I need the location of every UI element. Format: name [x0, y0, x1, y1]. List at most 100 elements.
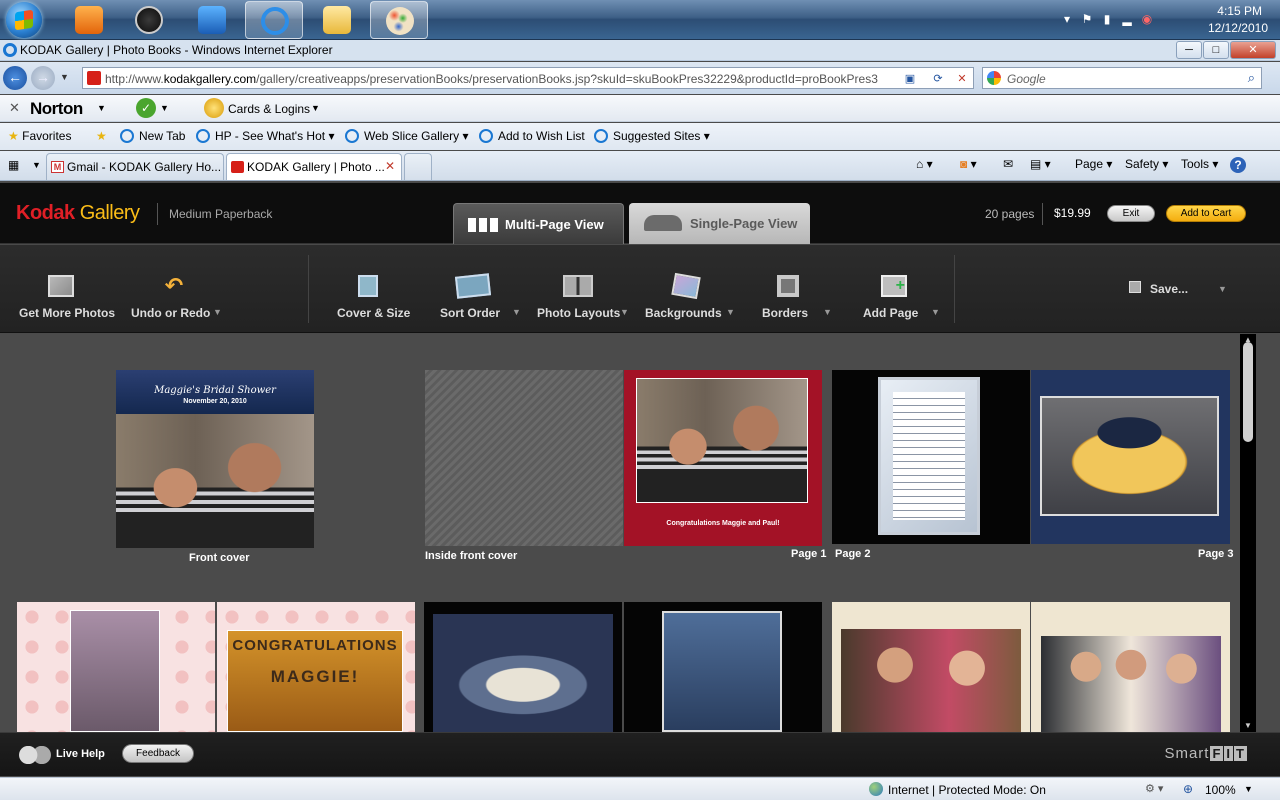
banner-photo[interactable]: CONGRATULATIONS MAGGIE!: [227, 630, 403, 732]
page-2[interactable]: [832, 370, 1030, 544]
help-button[interactable]: ?: [1230, 157, 1246, 173]
forward-button[interactable]: →: [31, 66, 55, 90]
taskbar-internet-explorer[interactable]: [245, 1, 303, 39]
page-1[interactable]: Congratulations Maggie and Paul!: [624, 370, 822, 546]
page-7[interactable]: [624, 602, 822, 732]
protected-mode-icon[interactable]: ⚙ ▾: [1145, 782, 1163, 795]
address-bar[interactable]: http://www.kodakgallery.com/gallery/crea…: [82, 67, 974, 89]
page-1-photo[interactable]: [636, 378, 808, 503]
inside-front-cover-page[interactable]: [425, 370, 623, 546]
taskbar-hp[interactable]: [120, 1, 178, 39]
security-zone-text[interactable]: Internet | Protected Mode: On: [888, 783, 1046, 797]
search-box[interactable]: Google ⌕: [982, 67, 1262, 89]
add-to-cart-button[interactable]: Add to Cart: [1166, 205, 1246, 222]
save-dropdown-icon[interactable]: ▼: [1218, 284, 1227, 294]
tab-list-dropdown-icon[interactable]: ▼: [32, 160, 41, 170]
action-center-flag-icon[interactable]: ⚑: [1080, 12, 1094, 26]
home-button[interactable]: ⌂ ▾: [916, 157, 933, 171]
taskbar-explorer[interactable]: [308, 1, 366, 39]
show-hidden-icons-icon[interactable]: ▾: [1060, 12, 1074, 26]
close-toolbar-icon[interactable]: ✕: [9, 100, 20, 116]
add-page-dropdown-icon[interactable]: ▼: [931, 307, 940, 317]
fav-add-to-wish-list[interactable]: Add to Wish List: [479, 129, 585, 143]
tools-menu[interactable]: Tools ▾: [1181, 157, 1218, 171]
zoom-dropdown-icon[interactable]: ▼: [1244, 784, 1253, 794]
clock-time[interactable]: 4:15 PM: [1217, 4, 1262, 18]
recent-pages-dropdown-icon[interactable]: ▼: [60, 72, 69, 82]
taskbar-media-player[interactable]: [60, 1, 118, 39]
start-button[interactable]: [6, 2, 42, 38]
favor-photo[interactable]: [662, 611, 782, 732]
page-3[interactable]: [1031, 370, 1230, 544]
stop-icon[interactable]: ✕: [953, 71, 971, 87]
norton-safe-check-icon[interactable]: ✓: [136, 98, 156, 118]
page-menu[interactable]: Page ▾: [1075, 157, 1112, 171]
live-help-people-icon[interactable]: [18, 746, 52, 764]
safe-dropdown-icon[interactable]: ▼: [160, 103, 169, 113]
undo-redo-button[interactable]: ↶ Undo or Redo ▼: [125, 245, 225, 333]
tab-gmail[interactable]: M Gmail - KODAK Gallery Ho...: [46, 153, 224, 180]
fav-new-tab[interactable]: New Tab: [120, 129, 185, 143]
page-9[interactable]: [1031, 602, 1230, 732]
kodak-gallery-logo[interactable]: Kodak Gallery: [16, 202, 140, 225]
page-4-photo[interactable]: [70, 610, 160, 732]
zoom-level[interactable]: 100%: [1205, 783, 1236, 797]
cards-dropdown-icon[interactable]: ▼: [311, 103, 320, 113]
fav-web-slice-gallery[interactable]: Web Slice Gallery ▾: [345, 129, 469, 143]
undo-dropdown-icon[interactable]: ▼: [213, 307, 222, 317]
quick-tabs-icon[interactable]: ▦: [8, 158, 19, 172]
new-tab-button[interactable]: [404, 153, 432, 180]
save-button[interactable]: Save... ▼: [1120, 245, 1230, 333]
borders-dropdown-icon[interactable]: ▼: [823, 307, 832, 317]
cake-photo[interactable]: [1040, 396, 1219, 516]
maximize-button[interactable]: □: [1203, 41, 1229, 59]
layouts-dropdown-icon[interactable]: ▼: [620, 307, 629, 317]
search-input[interactable]: Google: [1007, 72, 1046, 86]
backgrounds-dropdown-icon[interactable]: ▼: [726, 307, 735, 317]
read-mail-icon[interactable]: ✉: [1003, 157, 1013, 171]
safety-menu[interactable]: Safety ▾: [1125, 157, 1168, 171]
norton-dropdown-icon[interactable]: ▼: [97, 103, 106, 113]
search-magnifier-icon[interactable]: ⌕: [1248, 70, 1255, 86]
centerpiece-photo[interactable]: [433, 614, 613, 732]
scroll-down-icon[interactable]: ▼: [1243, 722, 1253, 730]
refresh-icon[interactable]: ⟳: [929, 71, 947, 87]
add-to-favorites-bar-icon[interactable]: ★: [96, 129, 107, 143]
close-tab-icon[interactable]: ✕: [385, 159, 395, 173]
address-url[interactable]: http://www.kodakgallery.com/gallery/crea…: [105, 72, 905, 86]
page-8[interactable]: [832, 602, 1030, 732]
feeds-button[interactable]: ◙ ▾: [960, 157, 977, 171]
page-6[interactable]: [424, 602, 622, 732]
clock-date[interactable]: 12/12/2010: [1208, 21, 1268, 35]
add-page-button[interactable]: + Add Page ▼: [855, 245, 945, 333]
photo-layouts-button[interactable]: Photo Layouts ▼: [530, 245, 630, 333]
sort-order-button[interactable]: Sort Order ▼: [432, 245, 522, 333]
network-icon[interactable]: ▂: [1120, 12, 1134, 26]
norton-menu[interactable]: Norton: [30, 99, 83, 119]
fav-suggested-sites[interactable]: Suggested Sites ▾: [594, 129, 710, 143]
page-8-photo[interactable]: [841, 629, 1021, 732]
back-button[interactable]: ←: [3, 66, 27, 90]
sort-dropdown-icon[interactable]: ▼: [512, 307, 521, 317]
canvas-scrollbar[interactable]: ▲ ▼: [1240, 334, 1256, 732]
cover-photo[interactable]: [116, 414, 314, 548]
invitation-photo[interactable]: [878, 377, 980, 535]
feedback-button[interactable]: Feedback: [122, 744, 194, 763]
cover-size-button[interactable]: Cover & Size: [330, 245, 410, 333]
taskbar-paint[interactable]: [370, 1, 428, 39]
fav-hp-whats-hot[interactable]: HP - See What's Hot ▾: [196, 129, 334, 143]
cards-and-logins-button[interactable]: Cards & Logins: [228, 102, 310, 116]
front-cover-page[interactable]: Maggie's Bridal Shower November 20, 2010: [116, 370, 314, 548]
backgrounds-button[interactable]: Backgrounds ▼: [640, 245, 740, 333]
exit-button[interactable]: Exit: [1107, 205, 1155, 222]
compatibility-view-icon[interactable]: ▣: [901, 71, 919, 87]
book-canvas[interactable]: Maggie's Bridal Shower November 20, 2010…: [0, 334, 1240, 732]
favorites-button[interactable]: ★ Favorites: [8, 129, 71, 143]
tab-kodak-gallery[interactable]: KODAK Gallery | Photo ... ✕: [226, 153, 402, 180]
tab-single-page-view[interactable]: Single-Page View: [629, 203, 810, 244]
page-5[interactable]: CONGRATULATIONS MAGGIE!: [217, 602, 415, 732]
battery-icon[interactable]: ▮: [1100, 12, 1114, 26]
print-button[interactable]: ▤ ▾: [1030, 157, 1051, 171]
tab-multi-page-view[interactable]: Multi-Page View: [453, 203, 624, 244]
page-9-photo[interactable]: [1041, 636, 1221, 732]
